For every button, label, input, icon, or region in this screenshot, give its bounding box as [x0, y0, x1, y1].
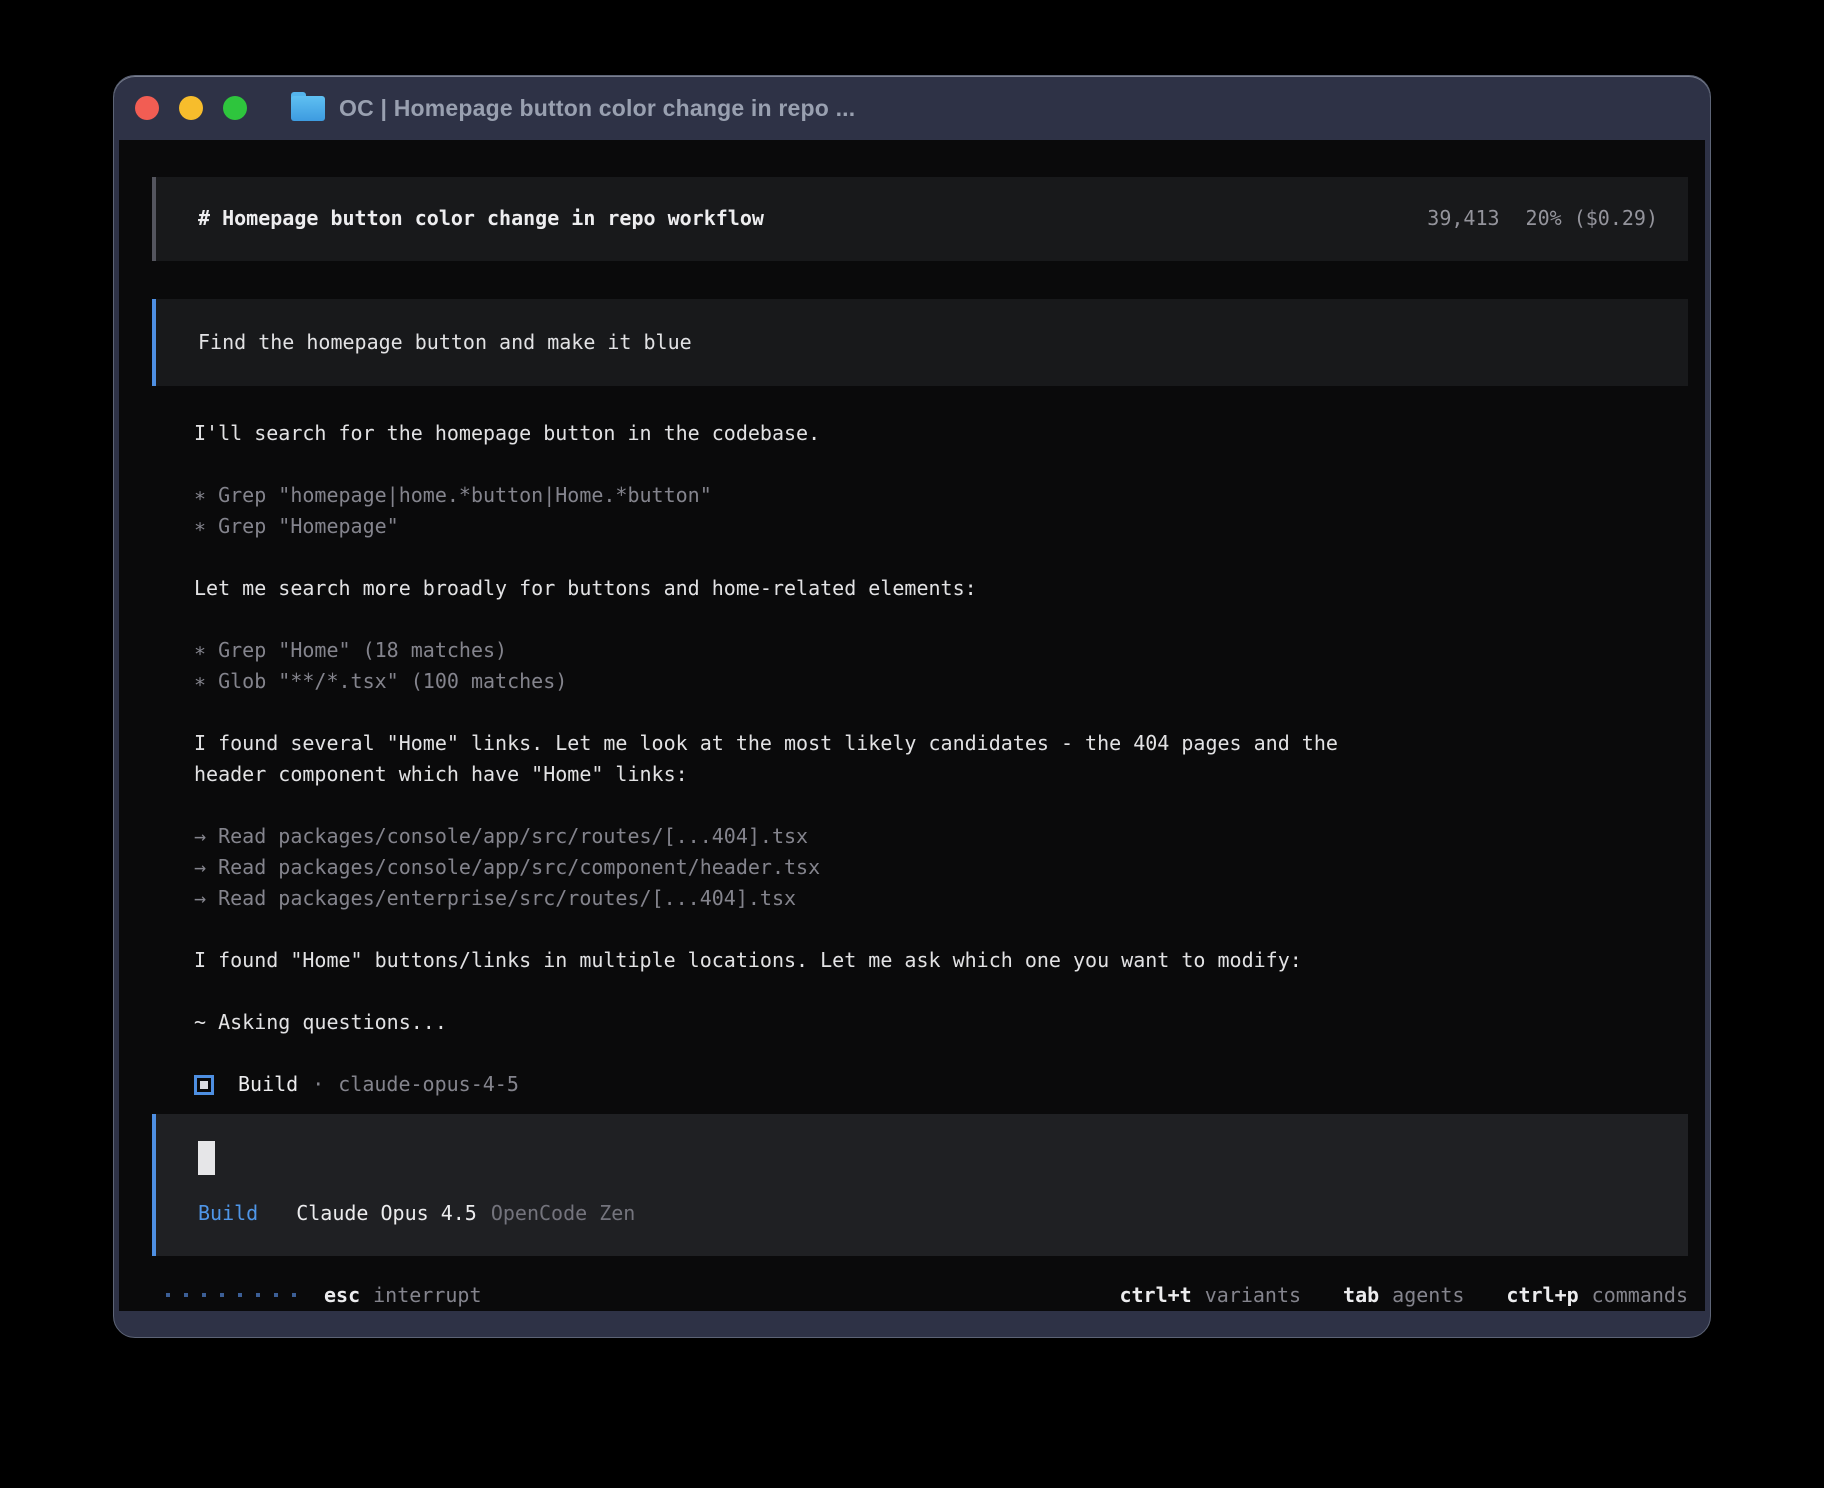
model-name: Claude Opus 4.5 [296, 1198, 477, 1229]
input-cursor [198, 1141, 215, 1175]
status-bar: esc interrupt ctrl+t variants tab agents… [152, 1280, 1688, 1311]
assistant-status-text: ~ Asking questions... [194, 1007, 1688, 1038]
spinner-dot [256, 1293, 260, 1297]
hint-label-variants: variants [1205, 1280, 1301, 1311]
session-header: # Homepage button color change in repo w… [152, 177, 1688, 261]
agent-name: Build [238, 1069, 298, 1100]
tool-call-glob: ∗ Glob "**/*.tsx" (100 matches) [194, 666, 1688, 697]
provider-name: OpenCode Zen [491, 1198, 636, 1229]
token-count: 39,413 [1427, 203, 1499, 234]
user-message: Find the homepage button and make it blu… [152, 299, 1688, 387]
spinner-dot [292, 1293, 296, 1297]
tool-call-read: → Read packages/console/app/src/componen… [194, 852, 1688, 883]
context-usage: 20% ($0.29) [1526, 203, 1658, 234]
hint-key-agents: tab [1343, 1280, 1379, 1311]
prompt-input[interactable]: Build Claude Opus 4.5 OpenCode Zen [152, 1114, 1688, 1256]
spinner-dot [220, 1293, 224, 1297]
spinner-dot [274, 1293, 278, 1297]
spinner-dot [166, 1293, 170, 1297]
spinner-dot [202, 1293, 206, 1297]
interrupt-label: interrupt [373, 1280, 481, 1311]
mode-badge: Build [198, 1198, 258, 1229]
agent-separator: · [312, 1069, 324, 1100]
hint-label-commands: commands [1592, 1280, 1688, 1311]
assistant-text: header component which have "Home" links… [194, 759, 1688, 790]
terminal-window: OC | Homepage button color change in rep… [113, 75, 1711, 1338]
window-title: OC | Homepage button color change in rep… [339, 95, 855, 122]
assistant-text: I found several "Home" links. Let me loo… [194, 728, 1688, 759]
spinner-dot [238, 1293, 242, 1297]
assistant-text: I'll search for the homepage button in t… [194, 418, 1688, 449]
esc-key-hint: esc [324, 1280, 360, 1311]
assistant-text: Let me search more broadly for buttons a… [194, 573, 1688, 604]
minimize-button[interactable] [179, 96, 203, 120]
hint-key-variants: ctrl+t [1119, 1280, 1191, 1311]
user-message-text: Find the homepage button and make it blu… [198, 327, 692, 358]
tool-call-grep: ∗ Grep "Homepage" [194, 511, 1688, 542]
tool-call-read: → Read packages/console/app/src/routes/[… [194, 821, 1688, 852]
tool-call-grep: ∗ Grep "Home" (18 matches) [194, 635, 1688, 666]
session-title: # Homepage button color change in repo w… [198, 203, 764, 234]
agent-model: claude-opus-4-5 [338, 1069, 519, 1100]
tool-call-grep: ∗ Grep "homepage|home.*button|Home.*butt… [194, 480, 1688, 511]
spinner-dot [184, 1293, 188, 1297]
spinner-dots [166, 1293, 296, 1297]
agent-status-row: Build · claude-opus-4-5 [194, 1069, 1688, 1100]
titlebar[interactable]: OC | Homepage button color change in rep… [114, 76, 1710, 140]
transcript: I'll search for the homepage button in t… [152, 418, 1688, 1100]
close-button[interactable] [135, 96, 159, 120]
zoom-button[interactable] [223, 96, 247, 120]
build-agent-icon [194, 1075, 214, 1095]
assistant-text: I found "Home" buttons/links in multiple… [194, 945, 1688, 976]
terminal-content: # Homepage button color change in repo w… [119, 140, 1705, 1311]
hint-label-agents: agents [1392, 1280, 1464, 1311]
tool-call-read: → Read packages/enterprise/src/routes/[.… [194, 883, 1688, 914]
hint-key-commands: ctrl+p [1506, 1280, 1578, 1311]
folder-icon [291, 96, 325, 121]
